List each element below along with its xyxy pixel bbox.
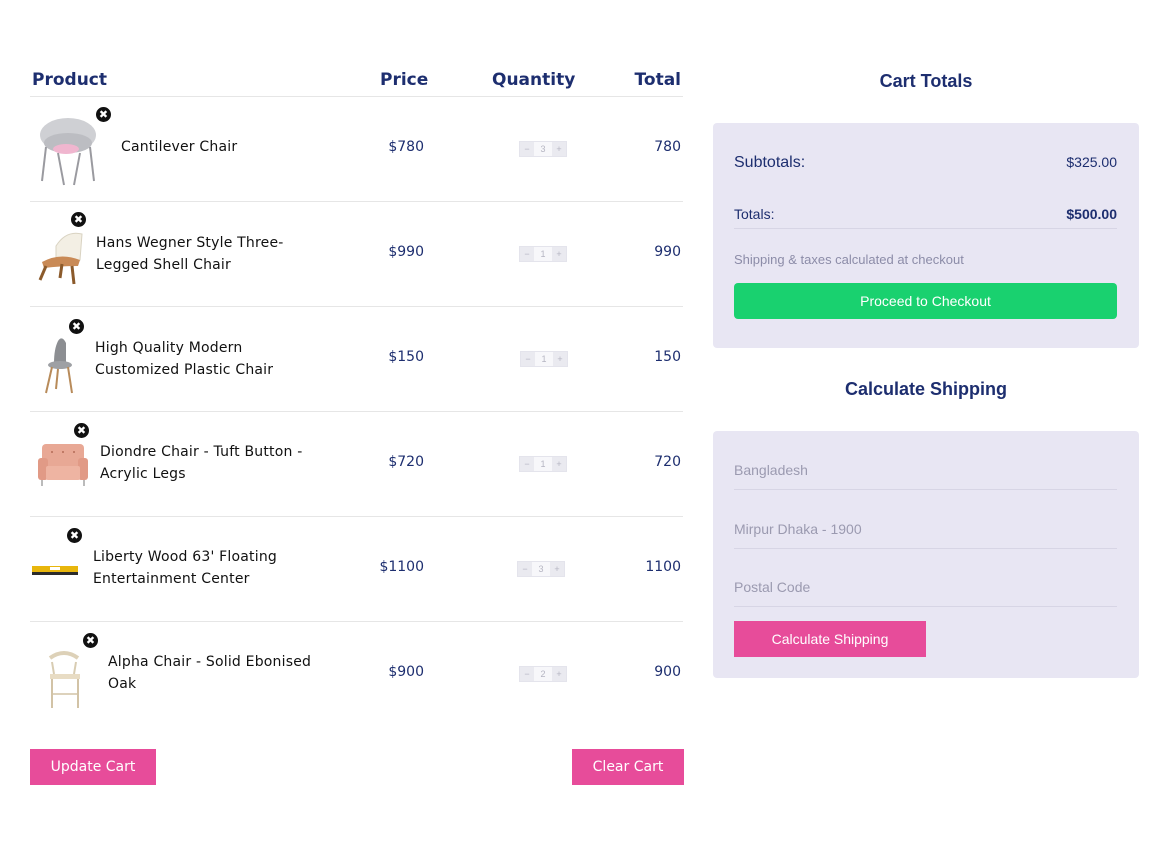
qty-minus-button[interactable]: −: [520, 457, 534, 471]
calculate-shipping-button[interactable]: Calculate Shipping: [734, 621, 926, 657]
total-value: $500.00: [1066, 206, 1117, 222]
quantity-stepper[interactable]: − 1 +: [519, 456, 567, 472]
qty-value[interactable]: 3: [534, 142, 552, 156]
qty-plus-button[interactable]: +: [552, 247, 566, 261]
cart-row: ✖ Liberty Wood 63' Floating Entertainmen…: [30, 517, 683, 622]
cart-table-header: Product Price Quantity Total: [30, 66, 683, 97]
subtotal-row: Subtotals: $325.00: [734, 152, 1117, 176]
qty-plus-button[interactable]: +: [553, 352, 567, 366]
qty-minus-button[interactable]: −: [520, 247, 534, 261]
qty-minus-button[interactable]: −: [518, 562, 532, 576]
header-total: Total: [634, 70, 681, 90]
line-total: 990: [654, 244, 681, 260]
postal-code-field[interactable]: Postal Code: [734, 577, 1117, 607]
calculate-shipping-title: Calculate Shipping: [844, 379, 1008, 399]
shipping-note: Shipping & taxes calculated at checkout: [734, 252, 964, 267]
shipping-panel: Bangladesh Mirpur Dhaka - 1900 Postal Co…: [713, 431, 1139, 678]
product-price: $900: [388, 664, 424, 680]
proceed-to-checkout-button[interactable]: Proceed to Checkout: [734, 283, 1117, 319]
product-name[interactable]: Alpha Chair - Solid Ebonised Oak: [108, 651, 318, 695]
qty-value[interactable]: 3: [532, 562, 550, 576]
product-image-shell-chair[interactable]: [32, 218, 106, 292]
qty-value[interactable]: 1: [534, 247, 552, 261]
product-image-oak-chair[interactable]: [32, 638, 106, 712]
remove-item-icon[interactable]: ✖: [69, 319, 84, 334]
line-total: 900: [654, 664, 681, 680]
remove-item-icon[interactable]: ✖: [67, 528, 82, 543]
quantity-stepper[interactable]: − 2 +: [519, 666, 567, 682]
cart-row: ✖ Alpha Chair - Solid Ebonised Oak $900 …: [30, 622, 683, 727]
country-field[interactable]: Bangladesh: [734, 460, 1117, 490]
line-total: 780: [654, 139, 681, 155]
cart-row: ✖ Hans Wegner Style Three-Legged Shell C…: [30, 202, 683, 307]
cart-row: ✖ Diondre Chair - Tuft Button - Acrylic …: [30, 412, 683, 517]
quantity-stepper[interactable]: − 3 +: [519, 141, 567, 157]
qty-plus-button[interactable]: +: [552, 457, 566, 471]
quantity-stepper[interactable]: − 1 +: [519, 246, 567, 262]
qty-value[interactable]: 1: [534, 457, 552, 471]
header-price: Price: [380, 70, 429, 90]
quantity-stepper[interactable]: − 3 +: [517, 561, 565, 577]
cart-totals-panel: Subtotals: $325.00 Totals: $500.00 Shipp…: [713, 123, 1139, 348]
line-total: 150: [654, 349, 681, 365]
header-product: Product: [32, 70, 107, 90]
qty-plus-button[interactable]: +: [552, 667, 566, 681]
line-total: 720: [654, 454, 681, 470]
update-cart-button[interactable]: Update Cart: [30, 749, 156, 785]
header-quantity: Quantity: [492, 70, 576, 90]
qty-minus-button[interactable]: −: [520, 667, 534, 681]
product-price: $720: [388, 454, 424, 470]
subtotal-label: Subtotals:: [734, 154, 806, 171]
city-field[interactable]: Mirpur Dhaka - 1900: [734, 519, 1117, 549]
remove-item-icon[interactable]: ✖: [74, 423, 89, 438]
line-total: 1100: [645, 559, 681, 575]
qty-value[interactable]: 2: [534, 667, 552, 681]
cart-totals-title: Cart Totals: [879, 71, 973, 91]
quantity-stepper[interactable]: − 1 +: [520, 351, 568, 367]
clear-cart-button[interactable]: Clear Cart: [572, 749, 684, 785]
product-name[interactable]: High Quality Modern Customized Plastic C…: [95, 337, 305, 381]
subtotal-value: $325.00: [1066, 154, 1117, 170]
qty-minus-button[interactable]: −: [520, 142, 534, 156]
product-price: $990: [388, 244, 424, 260]
qty-minus-button[interactable]: −: [521, 352, 535, 366]
total-row: Totals: $500.00: [734, 204, 1117, 229]
cart-row: ✖ Cantilever Chair $780 − 3 + 780: [30, 97, 683, 202]
remove-item-icon[interactable]: ✖: [83, 633, 98, 648]
product-name[interactable]: Diondre Chair - Tuft Button - Acrylic Le…: [100, 441, 310, 485]
product-name[interactable]: Hans Wegner Style Three-Legged Shell Cha…: [96, 232, 306, 276]
product-price: $150: [388, 349, 424, 365]
remove-item-icon[interactable]: ✖: [96, 107, 111, 122]
qty-value[interactable]: 1: [535, 352, 553, 366]
qty-plus-button[interactable]: +: [552, 142, 566, 156]
product-name[interactable]: Cantilever Chair: [121, 136, 331, 158]
product-name[interactable]: Liberty Wood 63' Floating Entertainment …: [93, 546, 303, 590]
total-label: Totals:: [734, 206, 775, 222]
cart-row: ✖ High Quality Modern Customized Plastic…: [30, 307, 683, 412]
product-price: $780: [388, 139, 424, 155]
remove-item-icon[interactable]: ✖: [71, 212, 86, 227]
qty-plus-button[interactable]: +: [550, 562, 564, 576]
product-price: $1100: [379, 559, 424, 575]
product-image-pink-armchair[interactable]: [32, 428, 106, 502]
product-image-cantilever-chair[interactable]: [32, 113, 106, 187]
cart-table: Product Price Quantity Total ✖ Cantileve…: [30, 66, 683, 727]
